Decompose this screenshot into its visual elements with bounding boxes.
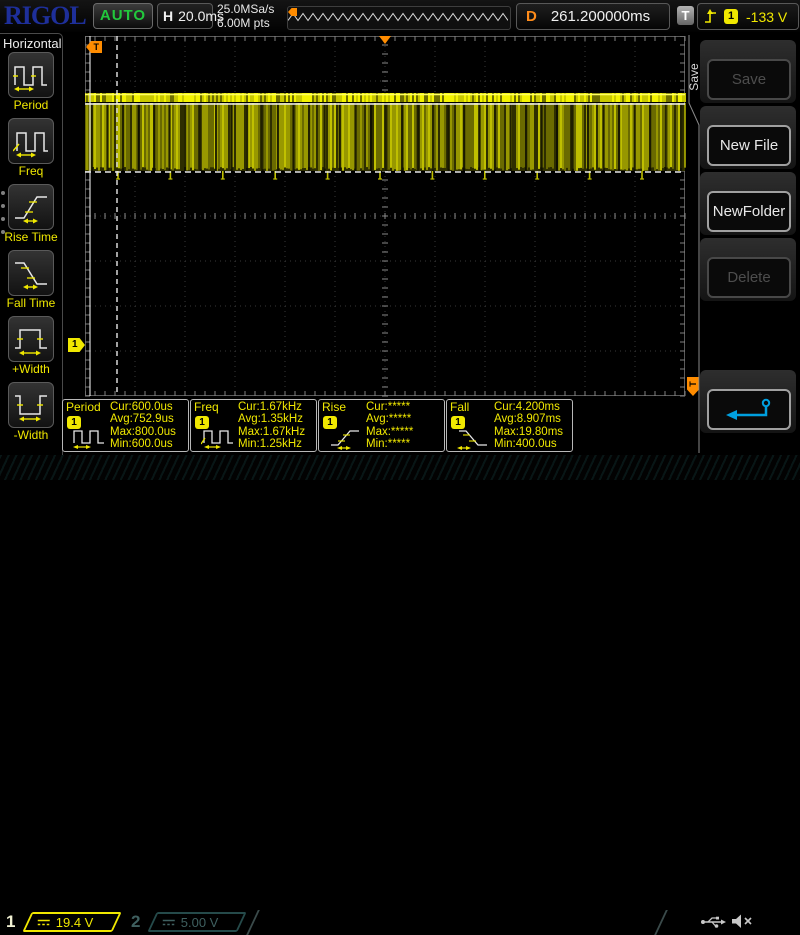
rise-waveform-icon	[13, 190, 49, 224]
delay-box: D 261.200000ms	[516, 3, 670, 30]
menu-item-period[interactable]: Period	[0, 52, 62, 118]
save-button[interactable]: Save	[700, 40, 796, 103]
horizontal-scale-box: H 20.0ms	[157, 3, 213, 29]
delete-button-label: Delete	[707, 257, 791, 298]
trigger-channel-badge: 1	[724, 9, 738, 24]
new-folder-button-label: NewFolder	[707, 191, 791, 232]
measurement-values: Cur:4.200ms Avg:8.907ms Max:19.80ms Min:…	[494, 401, 563, 451]
fall-icon	[457, 427, 491, 451]
trigger-status-box: 1 -133 V	[697, 3, 799, 30]
sample-rate: 25.0MSa/s	[217, 2, 274, 16]
speaker-muted-icon	[731, 913, 755, 930]
menu-tab-label: Save	[687, 57, 701, 97]
period-waveform-icon	[13, 58, 49, 92]
new-folder-button[interactable]: NewFolder	[700, 172, 796, 235]
fall-waveform-icon	[13, 256, 49, 290]
neg-width-waveform-icon	[13, 388, 49, 422]
rigol-logo: RIGOL	[4, 1, 86, 31]
new-file-button-label: New File	[707, 125, 791, 166]
channel1-scale: 19.4 V	[56, 915, 94, 930]
channel1-status[interactable]: 19.4 V	[22, 912, 121, 932]
measurement-fall: Fall 1 Cur:4.200ms Avg:8.907ms Max:19.80…	[446, 399, 573, 452]
measurement-freq: Freq 1 Cur:1.67kHz Avg:1.35kHz Max:1.67k…	[190, 399, 317, 452]
memory-depth: 6.00M pts	[217, 16, 274, 30]
bar-separator	[246, 910, 260, 935]
channel-status-bar: 1 19.4 V 2 5.00 V	[0, 455, 800, 480]
menu-item-label: +Width	[12, 362, 50, 376]
menu-item-label: Period	[14, 98, 49, 112]
channel2-status[interactable]: 5.00 V	[147, 912, 246, 932]
menu-item-pos-width[interactable]: +Width	[0, 316, 62, 382]
menu-item-label: Rise Time	[4, 230, 57, 244]
h-label: H	[163, 8, 173, 24]
bar-separator	[654, 910, 668, 935]
menu-item-label: Fall Time	[7, 296, 56, 310]
trigger-level-value: -133 V	[746, 9, 787, 25]
usb-icon	[700, 914, 728, 929]
measurement-name: Freq	[194, 400, 219, 414]
d-label: D	[526, 8, 537, 25]
menu-item-label: -Width	[14, 428, 49, 442]
left-soft-menu: Horizontal Period Freq Rise Time	[0, 33, 63, 455]
menu-item-neg-width[interactable]: -Width	[0, 382, 62, 448]
measurement-period: Period 1 Cur:600.0us Avg:752.9us Max:800…	[62, 399, 189, 452]
acquisition-info: 25.0MSa/s 6.00M pts	[217, 2, 274, 30]
delete-button[interactable]: Delete	[700, 238, 796, 301]
run-status-badge: AUTO	[93, 3, 153, 29]
dc-coupling-icon	[162, 918, 176, 927]
scope-display	[85, 36, 686, 397]
measurement-name: Rise	[322, 400, 346, 414]
top-status-bar: RIGOL AUTO H 20.0ms 25.0MSa/s 6.00M pts …	[0, 0, 800, 32]
measurement-name: Fall	[450, 400, 469, 414]
measurement-values: Cur:600.0us Avg:752.9us Max:800.0us Min:…	[110, 401, 176, 451]
return-arrow-icon	[721, 397, 777, 423]
channel1-number[interactable]: 1	[6, 912, 15, 932]
waveform-overview-strip[interactable]	[287, 6, 511, 30]
measurement-values: Cur:1.67kHz Avg:1.35kHz Max:1.67kHz Min:…	[238, 401, 305, 451]
channel2-number[interactable]: 2	[131, 912, 140, 932]
menu-title: Horizontal	[0, 34, 62, 52]
period-icon	[73, 427, 107, 451]
menu-item-label: Freq	[19, 164, 44, 178]
trigger-center-marker[interactable]	[379, 36, 391, 44]
overview-waveform	[288, 7, 508, 27]
new-file-button[interactable]: New File	[700, 106, 796, 169]
channel1-level-marker[interactable]: 1	[68, 338, 85, 352]
menu-page-dots	[1, 191, 7, 243]
freq-icon	[201, 427, 235, 451]
back-button[interactable]	[700, 370, 796, 433]
right-soft-menu: Save New File NewFolder Delete	[700, 40, 796, 436]
menu-item-fall-time[interactable]: Fall Time	[0, 250, 62, 316]
delay-value: 261.200000ms	[551, 8, 650, 25]
freq-waveform-icon	[13, 124, 49, 158]
save-button-label: Save	[707, 59, 791, 100]
menu-item-rise-time[interactable]: Rise Time	[0, 184, 62, 250]
measurement-values: Cur:***** Avg:***** Max:***** Min:*****	[366, 401, 413, 451]
rising-edge-icon	[704, 8, 718, 26]
channel2-scale: 5.00 V	[181, 915, 219, 930]
measurement-rise: Rise 1 Cur:***** Avg:***** Max:***** Min…	[318, 399, 445, 452]
menu-item-freq[interactable]: Freq	[0, 118, 62, 184]
trigger-label-badge: T	[677, 6, 694, 25]
pos-width-waveform-icon	[13, 322, 49, 356]
measurement-name: Period	[66, 400, 101, 414]
rise-icon	[329, 427, 363, 451]
dc-coupling-icon	[37, 918, 51, 927]
